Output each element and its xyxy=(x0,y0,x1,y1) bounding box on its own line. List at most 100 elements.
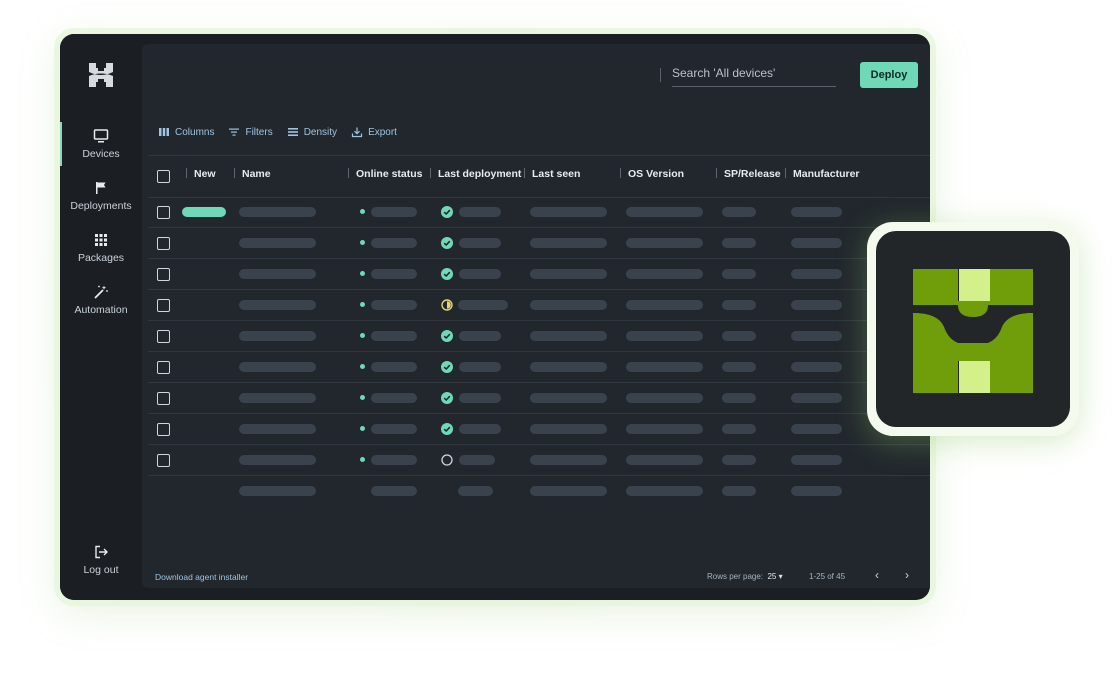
table-row[interactable] xyxy=(142,383,930,414)
castle-h-logo-icon xyxy=(913,269,1033,393)
online-status-cell xyxy=(371,486,417,496)
logout-button[interactable]: Log out xyxy=(60,544,142,576)
rows-per-page-select[interactable]: Rows per page: 25 ▾ xyxy=(707,572,783,581)
online-dot-icon xyxy=(360,457,365,462)
column-header-last-deployment[interactable]: Last deployment xyxy=(430,168,521,180)
table-row[interactable] xyxy=(142,228,930,259)
rows-per-page-label: Rows per page: xyxy=(707,572,764,581)
online-status-cell xyxy=(371,424,417,434)
name-cell xyxy=(239,486,316,496)
table-row[interactable] xyxy=(142,290,930,321)
column-header-manufacturer[interactable]: Manufacturer xyxy=(785,168,860,180)
sidebar-item-label: Devices xyxy=(82,148,120,160)
last-deployment-cell xyxy=(459,362,501,372)
table-row[interactable] xyxy=(142,321,930,352)
os-version-cell xyxy=(626,362,703,372)
search-input[interactable]: Search 'All devices' xyxy=(660,64,836,87)
table-row-placeholder xyxy=(142,476,930,507)
next-page-button[interactable]: › xyxy=(905,568,909,582)
columns-icon xyxy=(159,128,169,136)
name-cell xyxy=(239,362,316,372)
os-version-cell xyxy=(626,207,703,217)
row-checkbox[interactable] xyxy=(157,206,170,219)
sp-release-cell xyxy=(722,207,756,217)
check-circle-icon xyxy=(441,237,453,249)
os-version-cell xyxy=(626,300,703,310)
filters-label: Filters xyxy=(245,126,273,138)
empty-circle-icon xyxy=(441,454,453,466)
last-deployment-cell xyxy=(458,486,493,496)
table-row[interactable] xyxy=(142,414,930,445)
online-status-cell xyxy=(371,269,417,279)
column-header-name[interactable]: Name xyxy=(234,168,271,180)
check-circle-icon xyxy=(441,268,453,280)
row-checkbox[interactable] xyxy=(157,423,170,436)
grid-icon xyxy=(95,234,107,246)
download-icon xyxy=(351,127,363,138)
columns-label: Columns xyxy=(175,126,215,138)
last-seen-cell xyxy=(530,393,607,403)
table-row[interactable] xyxy=(142,197,930,228)
density-button[interactable]: Density xyxy=(287,124,337,140)
online-status-cell xyxy=(371,393,417,403)
os-version-cell xyxy=(626,424,703,434)
sidebar-item-automation[interactable]: Automation xyxy=(60,284,142,316)
table-row[interactable] xyxy=(142,352,930,383)
table-row[interactable] xyxy=(142,445,930,476)
manufacturer-cell xyxy=(791,207,842,217)
column-header-new[interactable]: New xyxy=(186,168,216,180)
previous-page-button[interactable]: ‹ xyxy=(875,568,879,582)
row-checkbox[interactable] xyxy=(157,237,170,250)
castle-h-logo-icon[interactable] xyxy=(88,62,114,88)
online-dot-icon xyxy=(360,364,365,369)
online-dot-icon xyxy=(360,240,365,245)
manufacturer-cell xyxy=(791,486,842,496)
sidebar-item-label: Packages xyxy=(77,252,125,264)
sp-release-cell xyxy=(722,300,756,310)
last-seen-cell xyxy=(530,300,607,310)
deploy-button[interactable]: Deploy xyxy=(860,62,918,88)
last-deployment-cell xyxy=(459,424,501,434)
column-header-last-seen[interactable]: Last seen xyxy=(524,168,580,180)
row-checkbox[interactable] xyxy=(157,299,170,312)
column-header-sp-release[interactable]: SP/Release xyxy=(716,168,781,180)
online-status-cell xyxy=(371,207,417,217)
chevron-right-icon: › xyxy=(905,568,909,582)
logo-badge xyxy=(867,222,1079,436)
table-row[interactable] xyxy=(142,259,930,290)
manufacturer-cell xyxy=(791,269,842,279)
check-circle-icon xyxy=(441,206,453,218)
os-version-cell xyxy=(626,486,703,496)
sidebar-item-deployments[interactable]: Deployments xyxy=(60,180,142,212)
os-version-cell xyxy=(626,393,703,403)
last-deployment-cell xyxy=(459,393,501,403)
download-agent-link[interactable]: Download agent installer xyxy=(155,572,248,582)
export-button[interactable]: Export xyxy=(351,124,397,140)
last-seen-cell xyxy=(530,362,607,372)
os-version-cell xyxy=(626,269,703,279)
check-circle-icon xyxy=(441,423,453,435)
columns-button[interactable]: Columns xyxy=(158,124,214,140)
row-checkbox[interactable] xyxy=(157,454,170,467)
select-all-checkbox[interactable] xyxy=(157,170,170,183)
sidebar-item-packages[interactable]: Packages xyxy=(60,232,142,264)
row-checkbox[interactable] xyxy=(157,392,170,405)
sp-release-cell xyxy=(722,362,756,372)
table-header: New Name Online status Last deployment L… xyxy=(142,168,930,184)
logo-badge-inner xyxy=(876,231,1070,427)
name-cell xyxy=(239,331,316,341)
density-icon xyxy=(287,128,298,136)
row-checkbox[interactable] xyxy=(157,361,170,374)
check-circle-icon xyxy=(441,330,453,342)
filters-button[interactable]: Filters xyxy=(228,124,273,140)
last-seen-cell xyxy=(530,269,607,279)
online-status-cell xyxy=(371,362,417,372)
row-checkbox[interactable] xyxy=(157,268,170,281)
online-status-cell xyxy=(371,238,417,248)
app-window: Devices Deployments Packages Automation … xyxy=(60,34,930,600)
row-checkbox[interactable] xyxy=(157,330,170,343)
sidebar-item-devices[interactable]: Devices xyxy=(60,122,142,166)
column-header-online-status[interactable]: Online status xyxy=(348,168,423,180)
name-cell xyxy=(239,269,316,279)
column-header-os-version[interactable]: OS Version xyxy=(620,168,684,180)
